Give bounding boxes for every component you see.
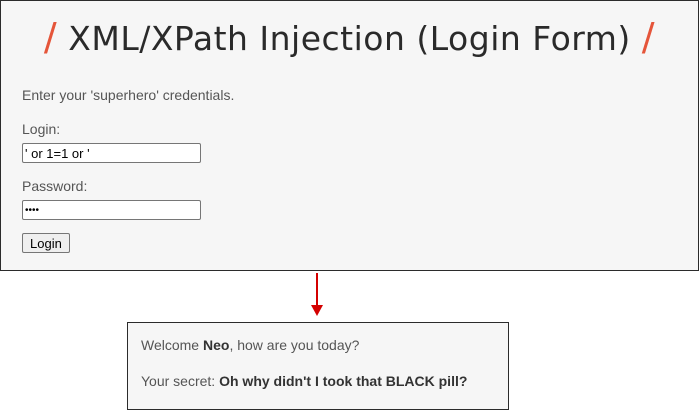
welcome-suffix: , how are you today? — [229, 337, 360, 353]
page-title: / XML/XPath Injection (Login Form) / — [1, 15, 698, 59]
password-label: Password: — [22, 178, 88, 194]
intro-text: Enter your 'superhero' credentials. — [22, 87, 235, 103]
login-label: Login: — [22, 121, 61, 137]
login-form-panel: / XML/XPath Injection (Login Form) / Ent… — [0, 0, 699, 271]
welcome-prefix: Welcome — [141, 337, 203, 353]
password-input[interactable] — [22, 200, 201, 220]
welcome-message: Welcome Neo, how are you today? — [141, 337, 359, 353]
arrow-head-icon — [311, 305, 323, 316]
login-button[interactable]: Login — [22, 233, 70, 253]
secret-value: Oh why didn't I took that BLACK pill? — [219, 373, 468, 389]
secret-prefix: Your secret: — [141, 373, 220, 389]
title-text: XML/XPath Injection (Login Form) — [68, 19, 631, 58]
login-input[interactable] — [22, 143, 201, 163]
arrow-down-icon — [316, 273, 318, 307]
title-slash-left: / — [43, 15, 58, 59]
title-slash-right: / — [641, 15, 656, 59]
result-panel: Welcome Neo, how are you today? Your sec… — [127, 322, 509, 410]
user-name: Neo — [202, 337, 230, 353]
secret-message: Your secret: Oh why didn't I took that B… — [141, 373, 467, 389]
